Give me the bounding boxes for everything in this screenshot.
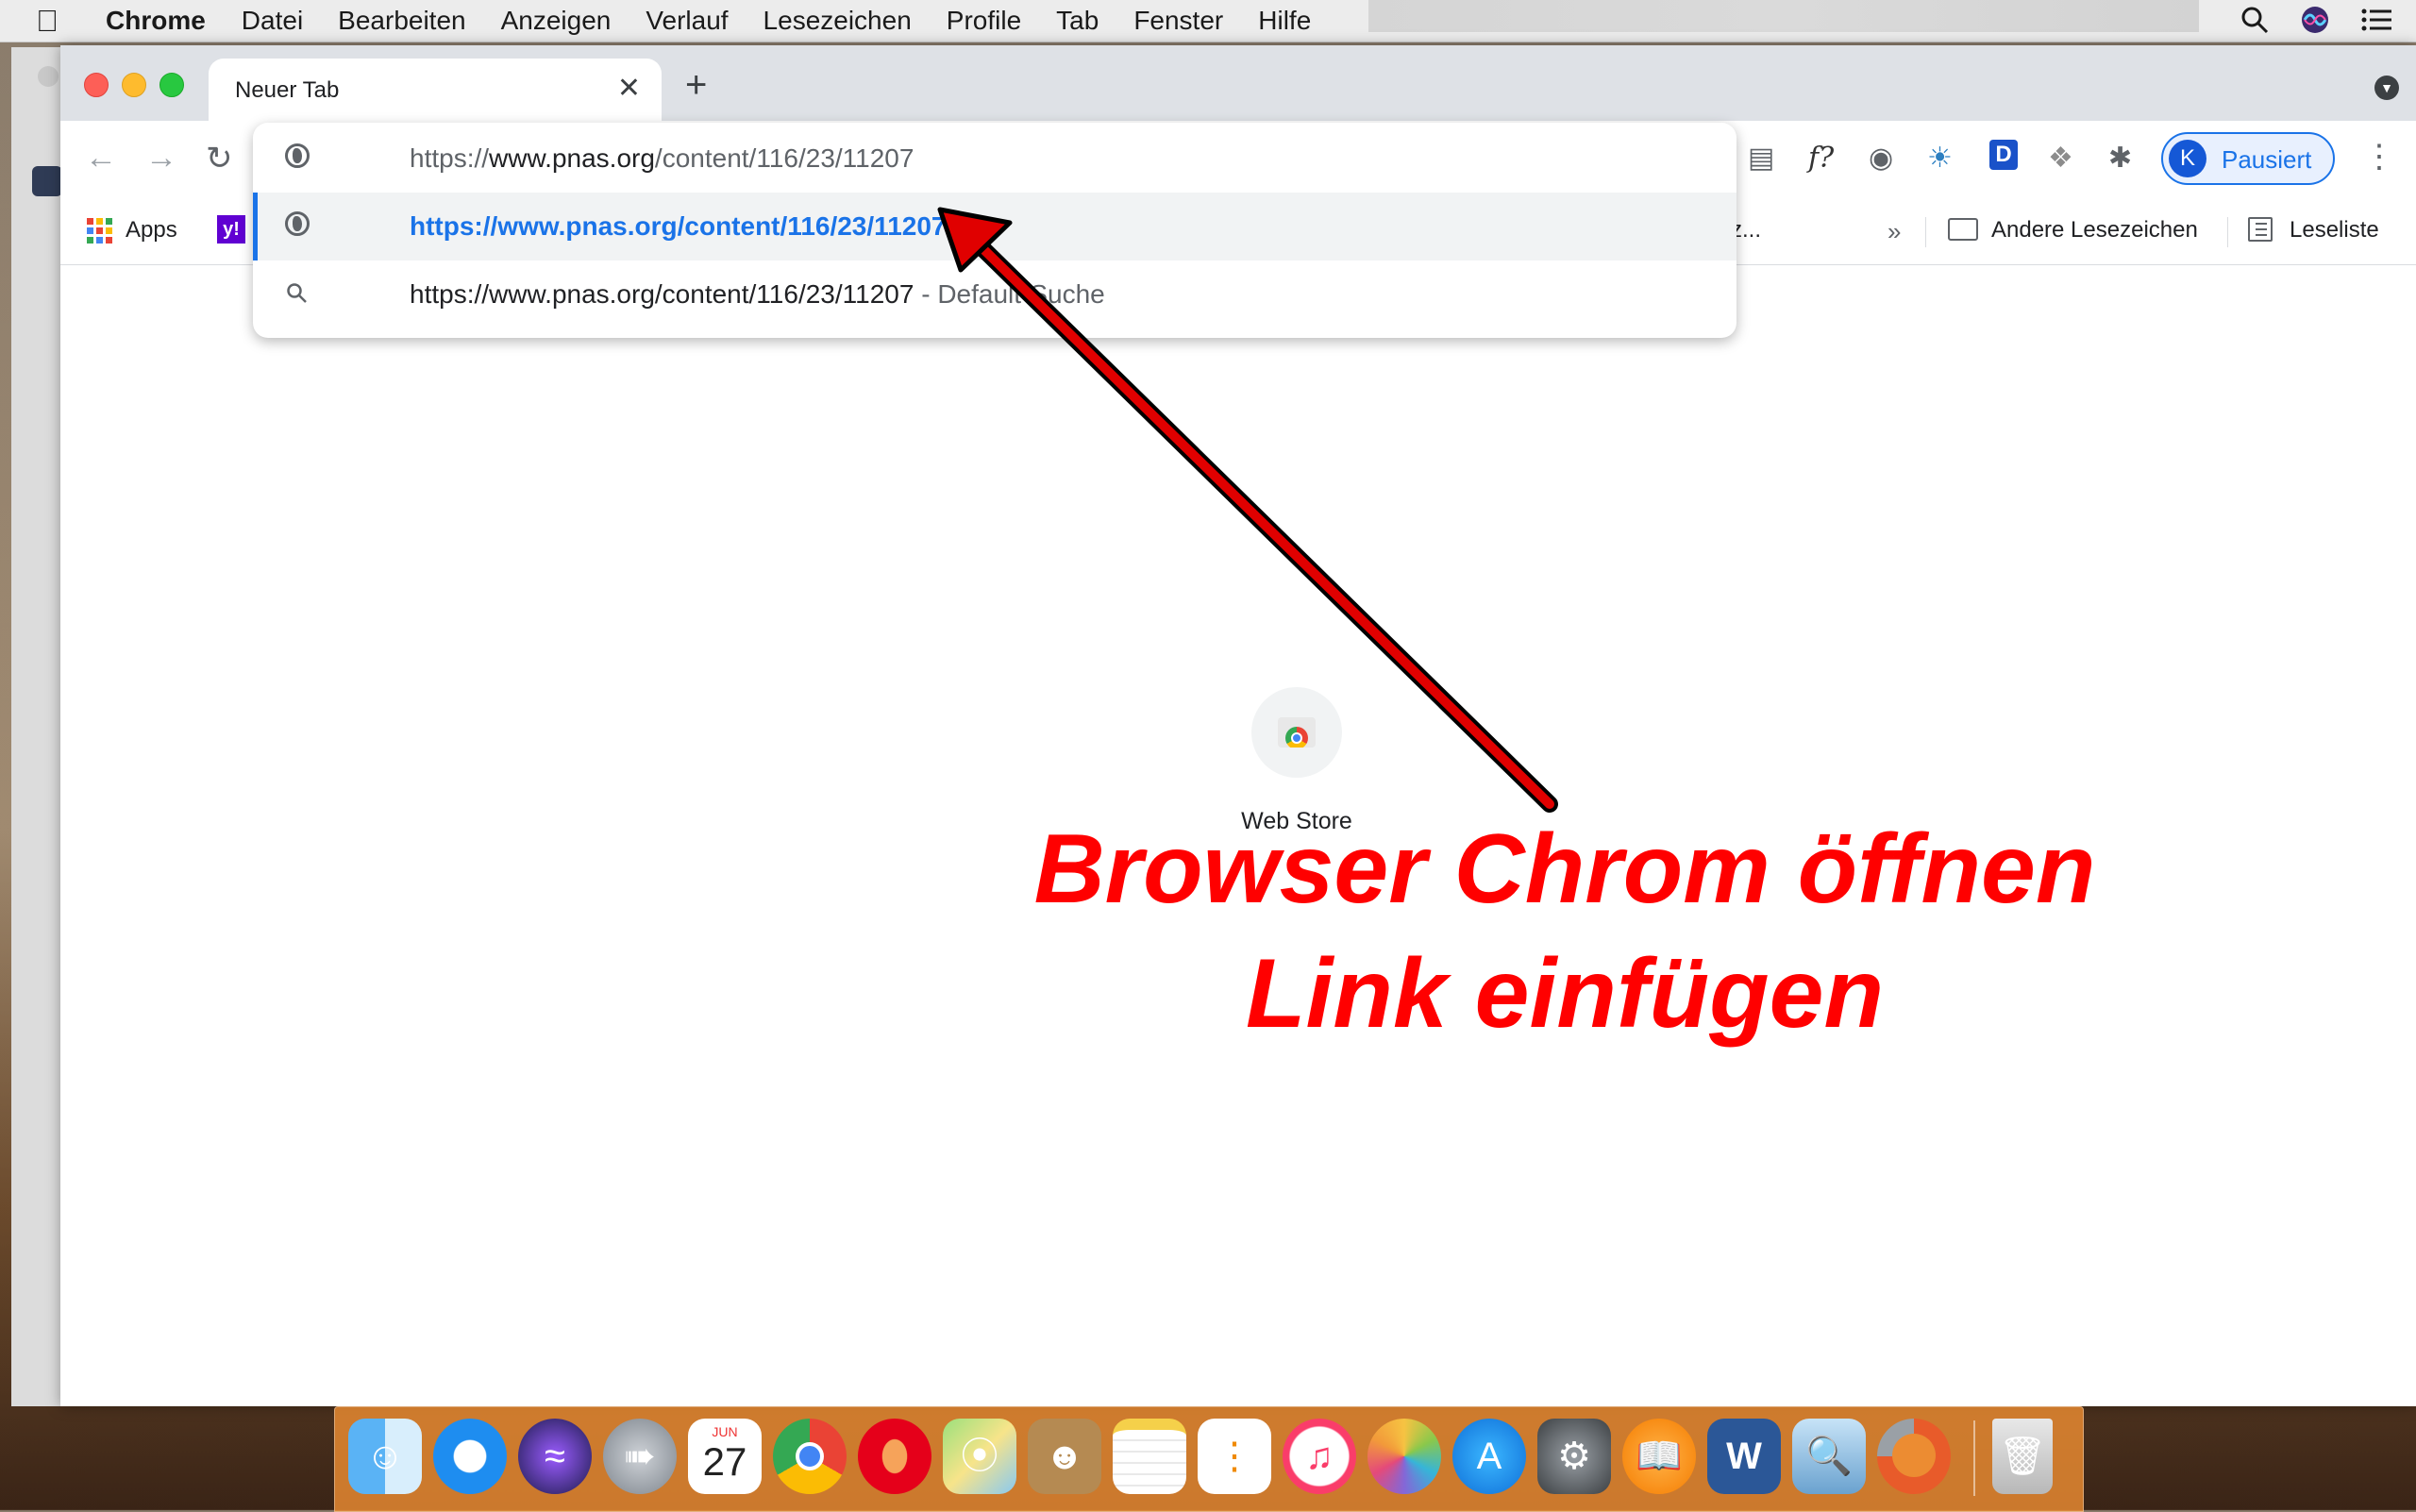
dock-siri-icon[interactable]: ≈ bbox=[518, 1419, 592, 1494]
bookmarks-overflow-button[interactable]: » bbox=[1888, 217, 1901, 246]
bookmarks-divider bbox=[2227, 217, 2228, 247]
dock-opera-icon[interactable] bbox=[858, 1419, 931, 1494]
dock-divider bbox=[1973, 1420, 1975, 1496]
globe-icon bbox=[285, 211, 310, 236]
bookmark-apps[interactable]: Apps bbox=[87, 217, 177, 244]
dock-system-preferences-icon[interactable]: ⚙ bbox=[1537, 1419, 1611, 1494]
bookmarks-divider bbox=[1925, 217, 1926, 247]
siri-icon[interactable] bbox=[2301, 6, 2329, 34]
window-zoom-button[interactable] bbox=[159, 73, 184, 97]
calendar-month: JUN bbox=[712, 1424, 738, 1439]
apple-icon[interactable]:  bbox=[36, 4, 74, 39]
dock: ☺ ➤ ≈ ➠ JUN 27 ⦿ ☻ ⋮ ♫ A ⚙ 📖 W 🔍 🗑 bbox=[334, 1406, 2084, 1512]
extension-reader-icon[interactable]: ▤ bbox=[1748, 142, 1774, 175]
menu-datei[interactable]: Datei bbox=[242, 6, 303, 36]
avatar: K bbox=[2169, 140, 2206, 177]
suggestion-url[interactable]: https://www.pnas.org/content/116/23/1120… bbox=[253, 193, 1736, 260]
dock-chrome-icon[interactable] bbox=[773, 1419, 847, 1494]
window-minimize-button[interactable] bbox=[122, 73, 146, 97]
bookmark-other-folder[interactable]: Andere Lesezeichen bbox=[1948, 217, 2198, 244]
dock-trash-icon[interactable]: 🗑 bbox=[1992, 1419, 2053, 1494]
menu-bar-status bbox=[2240, 6, 2391, 34]
dock-photos-icon[interactable] bbox=[1367, 1419, 1441, 1494]
extension-weather-icon[interactable]: ☀ bbox=[1927, 142, 1953, 175]
menu-lesezeichen[interactable]: Lesezeichen bbox=[763, 6, 912, 36]
extension-d-icon[interactable]: D bbox=[1989, 140, 2018, 170]
folder-icon bbox=[1948, 217, 1978, 241]
address-bar[interactable]: https://www.pnas.org/content/116/23/1120… bbox=[253, 125, 1736, 193]
extensions-puzzle-icon[interactable]: ✱ bbox=[2108, 142, 2132, 175]
dock-maps-icon[interactable]: ⦿ bbox=[943, 1419, 1016, 1494]
menu-profile[interactable]: Profile bbox=[947, 6, 1021, 36]
chrome-menu-icon[interactable]: ⋮ bbox=[2363, 138, 2395, 176]
dock-music-icon[interactable]: ♫ bbox=[1283, 1419, 1356, 1494]
bookmark-apps-label: Apps bbox=[126, 217, 177, 243]
dock-word-icon[interactable]: W bbox=[1707, 1419, 1781, 1494]
reading-list-button[interactable]: Leseliste bbox=[2248, 216, 2379, 244]
blurred-status-area bbox=[1368, 0, 2199, 32]
reading-list-label: Leseliste bbox=[2290, 217, 2379, 243]
back-icon[interactable]: ← bbox=[85, 140, 117, 176]
annotation-line-2: Link einfügen bbox=[1246, 939, 1884, 1049]
menu-bearbeiten[interactable]: Bearbeiten bbox=[338, 6, 465, 36]
omnibox-dropdown: https://www.pnas.org/content/116/23/1120… bbox=[253, 123, 1736, 338]
menu-app-chrome[interactable]: Chrome bbox=[106, 6, 206, 36]
dock-finder-icon[interactable]: ☺ bbox=[348, 1419, 422, 1494]
profile-button[interactable]: K Pausiert bbox=[2161, 132, 2335, 185]
dock-safari-icon[interactable]: ➤ bbox=[433, 1419, 507, 1494]
menu-anzeigen[interactable]: Anzeigen bbox=[501, 6, 612, 36]
tab-search-icon[interactable]: ▼ bbox=[2374, 76, 2399, 100]
notification-center-icon[interactable] bbox=[2361, 8, 2391, 32]
bookmark-yahoo-icon[interactable]: y! bbox=[217, 215, 245, 244]
dock-preview-icon[interactable]: 🔍 bbox=[1792, 1419, 1866, 1494]
web-store-shortcut[interactable] bbox=[1251, 687, 1342, 778]
menu-fenster[interactable]: Fenster bbox=[1133, 6, 1223, 36]
menu-tab[interactable]: Tab bbox=[1056, 6, 1099, 36]
new-tab-button[interactable]: + bbox=[685, 64, 707, 107]
background-app-icon bbox=[32, 166, 62, 196]
calendar-day: 27 bbox=[702, 1439, 747, 1484]
dock-books-icon[interactable]: 📖 bbox=[1622, 1419, 1696, 1494]
suggestion-search-text: https://www.pnas.org/content/116/23/1120… bbox=[410, 279, 1105, 309]
reload-icon[interactable]: ↻ bbox=[206, 140, 233, 177]
dock-reminders-icon[interactable]: ⋮ bbox=[1198, 1419, 1271, 1494]
suggestion-selected-indicator bbox=[253, 193, 258, 260]
reading-list-icon bbox=[2248, 216, 2273, 242]
extension-dropbox-icon[interactable]: ❖ bbox=[2048, 142, 2073, 175]
spotlight-search-icon[interactable] bbox=[2240, 6, 2269, 34]
extension-fx-icon[interactable]: f? bbox=[1808, 142, 1834, 175]
extension-camera-icon[interactable]: ◉ bbox=[1869, 142, 1893, 175]
suggestion-url-text: https://www.pnas.org/content/116/23/1120… bbox=[410, 211, 947, 241]
forward-icon[interactable]: → bbox=[145, 140, 177, 176]
annotation-line-1: Browser Chrom öffnen bbox=[1033, 815, 2096, 924]
web-store-icon bbox=[1278, 717, 1316, 748]
profile-status-label: Pausiert bbox=[2222, 145, 2312, 174]
dock-app-store-icon[interactable]: A bbox=[1452, 1419, 1526, 1494]
dock-notes-icon[interactable] bbox=[1113, 1419, 1186, 1494]
tab-title: Neuer Tab bbox=[235, 77, 340, 103]
menu-verlauf[interactable]: Verlauf bbox=[646, 6, 728, 36]
tab-strip: Neuer Tab ✕ + ▼ bbox=[60, 45, 2416, 121]
menu-bar:  Chrome Datei Bearbeiten Anzeigen Verla… bbox=[0, 0, 2416, 42]
bookmark-other-label: Andere Lesezeichen bbox=[1991, 217, 2198, 243]
dock-calendar-icon[interactable]: JUN 27 bbox=[688, 1419, 762, 1494]
tab-new-tab[interactable]: Neuer Tab ✕ bbox=[209, 59, 662, 121]
background-window-button[interactable] bbox=[38, 66, 59, 87]
dock-launchpad-icon[interactable]: ➠ bbox=[603, 1419, 677, 1494]
tab-close-icon[interactable]: ✕ bbox=[617, 72, 641, 105]
menu-hilfe[interactable]: Hilfe bbox=[1258, 6, 1311, 36]
search-icon bbox=[285, 279, 308, 311]
address-input[interactable]: https://www.pnas.org/content/116/23/1120… bbox=[410, 143, 914, 174]
apps-grid-icon bbox=[87, 218, 112, 244]
window-close-button[interactable] bbox=[84, 73, 109, 97]
suggestion-search[interactable]: https://www.pnas.org/content/116/23/1120… bbox=[253, 260, 1736, 328]
dock-contacts-icon[interactable]: ☻ bbox=[1028, 1419, 1101, 1494]
dock-loader-icon[interactable] bbox=[1877, 1419, 1951, 1494]
globe-icon bbox=[285, 143, 310, 168]
